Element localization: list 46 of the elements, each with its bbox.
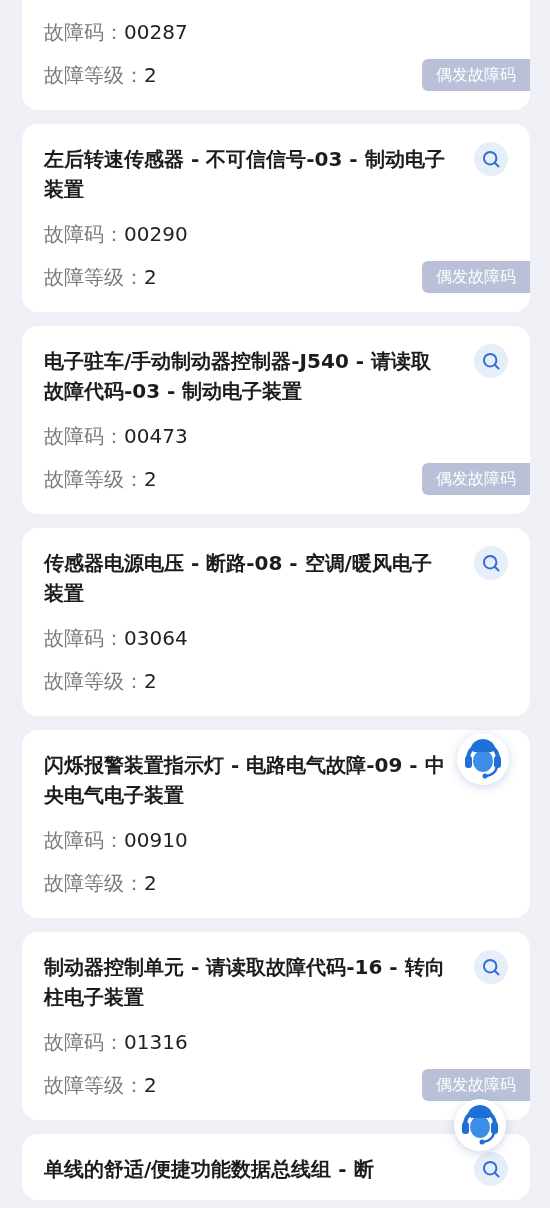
fault-code-value: 00910 bbox=[124, 826, 188, 854]
search-icon bbox=[481, 553, 501, 573]
fault-level-value: 2 bbox=[144, 61, 157, 89]
search-button[interactable] bbox=[474, 142, 508, 176]
headset-person-icon bbox=[462, 737, 504, 781]
headset-person-icon bbox=[459, 1103, 501, 1147]
fault-level-value: 2 bbox=[144, 869, 157, 897]
search-button[interactable] bbox=[474, 546, 508, 580]
fault-title: 传感器电源电压 - 断路-08 - 空调/暖风电子装置 bbox=[44, 550, 433, 607]
fault-code-label: 故障码： bbox=[44, 1028, 124, 1056]
fault-level-label: 故障等级： bbox=[44, 465, 144, 493]
fault-level-label: 故障等级： bbox=[44, 61, 144, 89]
fault-level-value: 2 bbox=[144, 465, 157, 493]
fault-code-value: 01316 bbox=[124, 1028, 188, 1056]
search-icon bbox=[481, 1159, 501, 1179]
fault-title: 闪烁报警装置指示灯 - 电路电气故障-09 - 中央电气电子装置 bbox=[44, 752, 446, 809]
search-button[interactable] bbox=[474, 950, 508, 984]
fault-level-value: 2 bbox=[144, 667, 157, 695]
fault-code-label: 故障码： bbox=[44, 18, 124, 46]
intermittent-fault-tag: 偶发故障码 bbox=[422, 1068, 530, 1101]
fault-title: 制动器控制单元 - 请读取故障代码-16 - 转向柱电子装置 bbox=[44, 954, 446, 1011]
fault-code-value: 00287 bbox=[124, 18, 188, 46]
search-button[interactable] bbox=[474, 344, 508, 378]
search-icon bbox=[481, 957, 501, 977]
fault-level-label: 故障等级： bbox=[44, 667, 144, 695]
fault-level-value: 2 bbox=[144, 1071, 157, 1099]
search-button[interactable] bbox=[474, 1152, 508, 1186]
fault-level-value: 2 bbox=[144, 263, 157, 291]
fault-code-label: 故障码： bbox=[44, 624, 124, 652]
fault-code-value: 03064 bbox=[124, 624, 188, 652]
fault-code-label: 故障码： bbox=[44, 220, 124, 248]
fault-level-label: 故障等级： bbox=[44, 263, 144, 291]
search-icon bbox=[481, 149, 501, 169]
intermittent-fault-tag: 偶发故障码 bbox=[422, 58, 530, 91]
fault-title: 电子驻车/手动制动器控制器-J540 - 请读取故障代码-03 - 制动电子装置 bbox=[44, 348, 433, 405]
fault-level-label: 故障等级： bbox=[44, 869, 144, 897]
fault-code-label: 故障码： bbox=[44, 826, 124, 854]
search-icon bbox=[481, 351, 501, 371]
fault-code-value: 00290 bbox=[124, 220, 188, 248]
intermittent-fault-tag: 偶发故障码 bbox=[422, 462, 530, 495]
intermittent-fault-tag: 偶发故障码 bbox=[422, 260, 530, 293]
fault-code-value: 00473 bbox=[124, 422, 188, 450]
fault-title: 单线的舒适/便捷功能数据总线组 - 断 bbox=[44, 1156, 375, 1183]
fault-level-label: 故障等级： bbox=[44, 1071, 144, 1099]
fault-code-label: 故障码： bbox=[44, 422, 124, 450]
fault-title: 左后转速传感器 - 不可信信号-03 - 制动电子装置 bbox=[44, 146, 446, 203]
